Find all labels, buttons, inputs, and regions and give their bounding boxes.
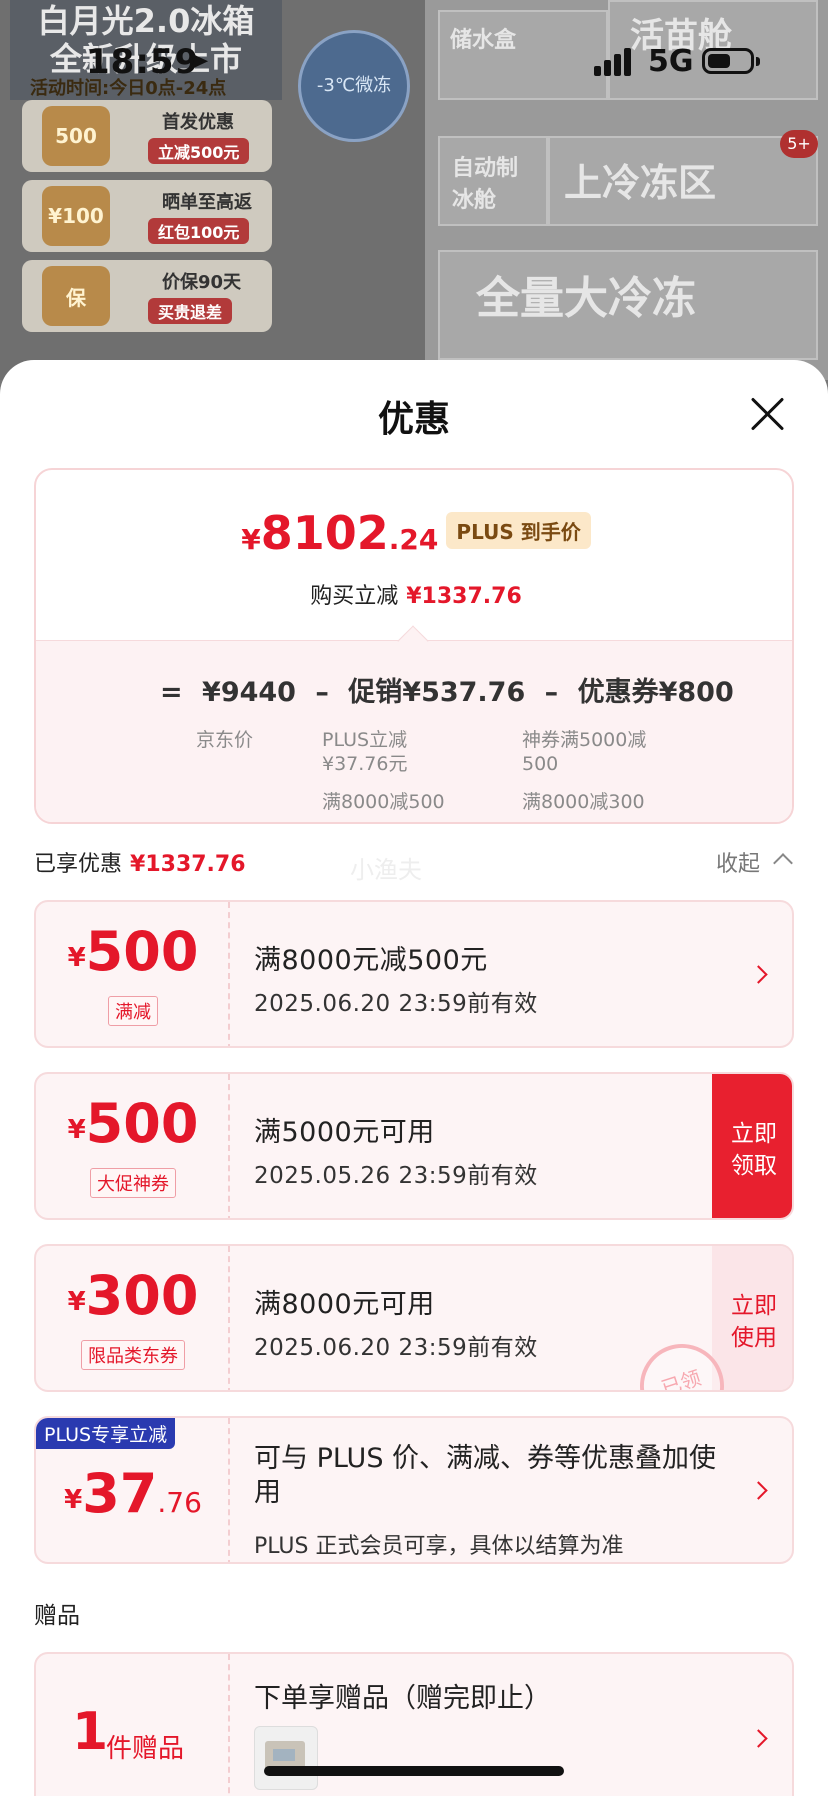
sheet-title: 优惠 bbox=[377, 399, 450, 440]
coupon-condition: 满5000元可用 bbox=[254, 1117, 435, 1148]
coupon-card-category: ¥300 限品类东券 满8000元可用 2025.06.20 23:59前有效 … bbox=[34, 1244, 794, 1392]
coupon-amount-panel: ¥300 限品类东券 bbox=[36, 1246, 230, 1390]
promo-card-review: ¥100 晒单至高返 红包100元 bbox=[22, 180, 272, 252]
shelf-label: 上冷冻区 bbox=[548, 136, 818, 226]
promo-tag: 买贵退差 bbox=[148, 298, 233, 324]
enjoyed-value: ¥1337.76 bbox=[130, 852, 246, 877]
gift-count-panel: 1 件赠品 bbox=[36, 1654, 230, 1796]
cart-badge[interactable]: 5+ bbox=[780, 130, 818, 158]
coupon-item: 神券满5000减 500 bbox=[522, 729, 647, 775]
equals-sign: = bbox=[160, 677, 183, 708]
instant-reduction: 购买立减 ¥1337.76 bbox=[36, 578, 792, 610]
gift-thumbnail[interactable] bbox=[254, 1726, 318, 1790]
status-bar: 18:59 ➤ 5G bbox=[0, 0, 828, 120]
promo-icon: 保 bbox=[42, 266, 110, 326]
coupon-amount-panel: PLUS专享立减 ¥37.76 bbox=[36, 1418, 230, 1562]
price-summary-card: ¥8102.24 PLUS 到手价 购买立减 ¥1337.76 = ¥9440 – … bbox=[34, 468, 794, 824]
use-coupon-button[interactable]: 立即 使用 bbox=[712, 1246, 792, 1390]
status-time: 18:59 bbox=[86, 42, 200, 82]
coupon-type-tag: 限品类东券 bbox=[36, 1340, 230, 1370]
amount-value: 37 bbox=[82, 1462, 158, 1525]
coupon-expiry: 2025.06.20 23:59前有效 bbox=[254, 1335, 538, 1361]
promo-tag: 红包100元 bbox=[148, 218, 250, 244]
cellular-signal-icon bbox=[594, 48, 634, 76]
network-type: 5G bbox=[648, 44, 694, 79]
price-formula: = ¥9440 – 促销¥537.76 – 优惠券¥800 bbox=[160, 670, 744, 709]
jd-price: ¥9440 bbox=[202, 677, 296, 708]
shelf-label: 全量大冷冻 bbox=[438, 250, 818, 360]
promo-icon: ¥100 bbox=[42, 186, 110, 246]
gift-title: 下单享赠品（赠完即止） bbox=[254, 1683, 551, 1714]
battery-icon bbox=[702, 48, 760, 74]
gift-unit: 件赠品 bbox=[106, 1734, 185, 1764]
discount-sheet: 优惠 ¥8102.24 PLUS 到手价 购买立减 ¥1337.76 = ¥9440… bbox=[0, 360, 828, 1796]
promo-title: 价保90天 bbox=[162, 272, 242, 293]
currency-symbol: ¥ bbox=[67, 943, 86, 973]
currency-symbol: ¥ bbox=[241, 523, 261, 556]
amount-decimal: .76 bbox=[157, 1486, 202, 1519]
chevron-right-icon[interactable] bbox=[749, 1481, 768, 1500]
shelf-label: 自动制冰舱 bbox=[438, 136, 548, 226]
plus-description: PLUS 正式会员可享，具体以结算为准 bbox=[254, 1534, 624, 1559]
coupon-amount: ¥300 bbox=[36, 1264, 230, 1327]
enjoyed-discount: 已享优惠 ¥1337.76 bbox=[34, 846, 246, 878]
plus-amount: ¥37.76 bbox=[36, 1462, 230, 1525]
promo-title: 晒单至高返 bbox=[162, 192, 252, 213]
coupon-card-full-reduction[interactable]: ¥500 满减 满8000元减500元 2025.06.20 23:59前有效 bbox=[34, 900, 794, 1048]
currency-symbol: ¥ bbox=[67, 1115, 86, 1145]
claim-coupon-button[interactable]: 立即 领取 bbox=[712, 1074, 792, 1218]
promo-card-price-protect: 保 价保90天 买贵退差 bbox=[22, 260, 272, 332]
reduction-label: 购买立减 bbox=[310, 584, 399, 609]
promo-tag: 立减500元 bbox=[148, 138, 250, 164]
coupon-type-tag: 大促神券 bbox=[36, 1168, 230, 1198]
amount-value: 500 bbox=[85, 1092, 199, 1155]
coupon-amount: ¥500 bbox=[36, 920, 230, 983]
promo-item: PLUS立减 ¥37.76元 bbox=[322, 729, 408, 775]
coupon-item: 满8000减300 bbox=[522, 791, 645, 813]
watermark-text: 小渔夫 bbox=[350, 856, 422, 884]
plus-price-tag: PLUS 到手价 bbox=[446, 512, 591, 549]
reduction-value: ¥1337.76 bbox=[406, 584, 522, 609]
tag-text: 满减 bbox=[108, 996, 158, 1026]
gift-section-heading: 赠品 bbox=[34, 1603, 80, 1629]
final-price: ¥8102.24 PLUS 到手价 bbox=[36, 506, 792, 560]
amount-value: 500 bbox=[85, 920, 199, 983]
coupon-condition: 满8000元减500元 bbox=[254, 945, 488, 976]
coupon-card-big-promo: ¥500 大促神券 满5000元可用 2025.05.26 23:59前有效 立… bbox=[34, 1072, 794, 1220]
minus-sign: – bbox=[315, 677, 329, 708]
plus-exclusive-label: PLUS专享立减 bbox=[36, 1418, 176, 1449]
tag-text: 限品类东券 bbox=[81, 1340, 185, 1370]
price-integer: 8102 bbox=[260, 506, 389, 560]
tag-text: 大促神券 bbox=[90, 1168, 176, 1198]
currency-symbol: ¥ bbox=[67, 1287, 86, 1317]
coupon-condition: 满8000元可用 bbox=[254, 1289, 435, 1320]
currency-symbol: ¥ bbox=[64, 1485, 83, 1515]
coupon-total: 优惠券¥800 bbox=[577, 677, 734, 708]
collapse-button[interactable]: 收起 bbox=[716, 846, 760, 878]
chevron-right-icon[interactable] bbox=[749, 965, 768, 984]
gift-count: 1 bbox=[72, 1702, 109, 1762]
coupon-expiry: 2025.06.20 23:59前有效 bbox=[254, 991, 538, 1017]
chevron-up-icon[interactable] bbox=[773, 853, 793, 873]
amount-value: 300 bbox=[85, 1264, 199, 1327]
coupon-expiry: 2025.05.26 23:59前有效 bbox=[254, 1163, 538, 1189]
price-decimal: .24 bbox=[388, 523, 439, 556]
chevron-right-icon[interactable] bbox=[749, 1729, 768, 1748]
promo-item: 满8000减500 bbox=[322, 791, 445, 813]
coupon-amount-panel: ¥500 满减 bbox=[36, 902, 230, 1046]
coupon-amount: ¥500 bbox=[36, 1092, 230, 1155]
coupon-amount-panel: ¥500 大促神券 bbox=[36, 1074, 230, 1218]
home-indicator[interactable] bbox=[264, 1766, 564, 1776]
minus-sign: – bbox=[544, 677, 559, 708]
enjoyed-label: 已享优惠 bbox=[34, 852, 123, 877]
plus-condition: 可与 PLUS 价、满减、券等优惠叠加使用 bbox=[254, 1443, 717, 1508]
location-arrow-icon: ➤ bbox=[186, 44, 210, 77]
close-icon[interactable] bbox=[748, 394, 788, 434]
plus-discount-card[interactable]: PLUS专享立减 ¥37.76 可与 PLUS 价、满减、券等优惠叠加使用 PL… bbox=[34, 1416, 794, 1564]
coupon-type-tag: 满减 bbox=[36, 996, 230, 1026]
promo-total: 促销¥537.76 bbox=[348, 677, 526, 708]
jd-price-label: 京东价 bbox=[196, 729, 254, 751]
